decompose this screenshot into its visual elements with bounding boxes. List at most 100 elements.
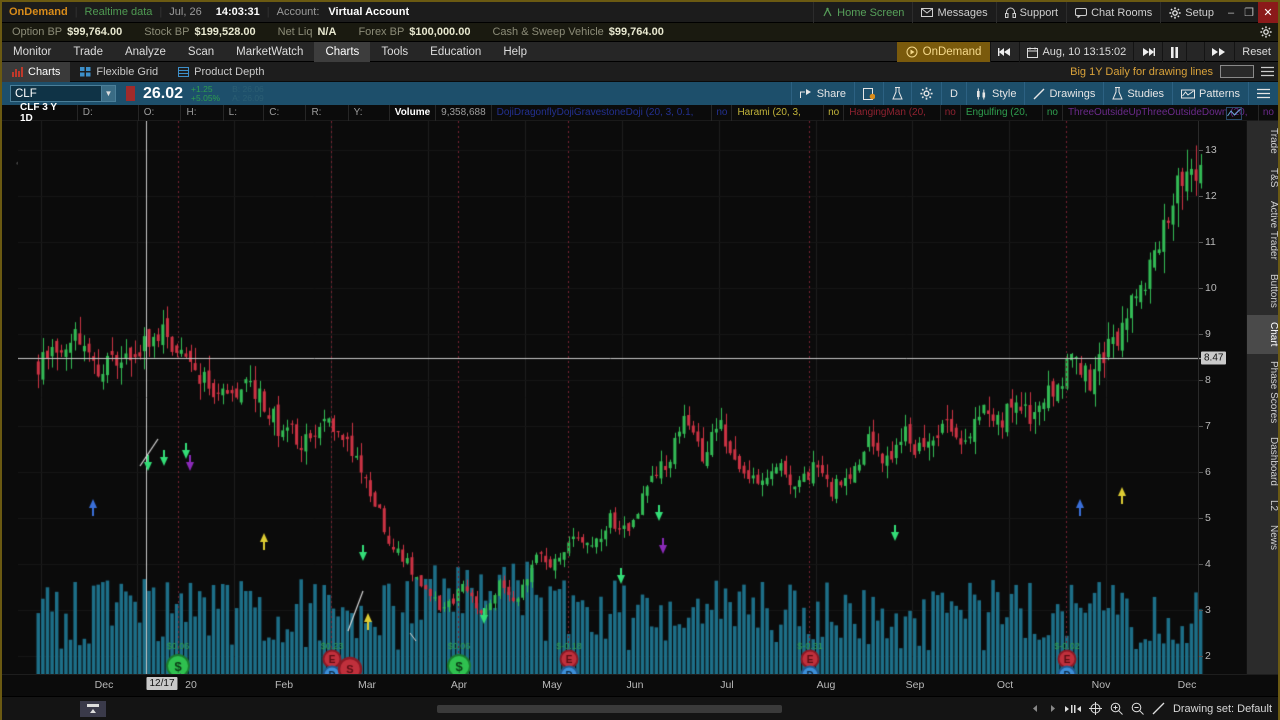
sidebar-item-chart[interactable]: Chart: [1247, 315, 1278, 354]
symbol-input[interactable]: CLF: [10, 85, 102, 102]
current-price-tag[interactable]: 8.47: [1201, 351, 1227, 365]
tab-charts-label: Charts: [28, 65, 61, 78]
style-label: Style: [992, 87, 1017, 100]
zoom-in-icon[interactable]: [1110, 702, 1123, 715]
fast-forward-button[interactable]: [1204, 42, 1234, 62]
sidebar-item-l2[interactable]: L2: [1247, 493, 1278, 518]
line-tool-icon[interactable]: [1152, 702, 1165, 715]
studies-button[interactable]: Studies: [1103, 82, 1172, 105]
price-tick-8: 8: [1205, 373, 1211, 386]
study-harami-status: no: [823, 104, 843, 121]
tab-charts[interactable]: Charts: [2, 61, 71, 82]
net-liq-value: N/A: [317, 26, 337, 38]
ondemand-toggle-button[interactable]: OnDemand: [896, 42, 991, 62]
account-value[interactable]: Virtual Account: [321, 6, 416, 18]
reset-button[interactable]: Reset: [1234, 42, 1278, 62]
study-threeoutside-status: no: [1257, 104, 1278, 121]
sidebar-item-trade[interactable]: Trade: [1247, 121, 1278, 161]
date-axis[interactable]: Dec 20 Feb Mar Apr May Jun Jul Aug Sep Oct Nov Dec 12…: [2, 674, 1278, 696]
share-button[interactable]: Share: [790, 82, 854, 105]
buying-power-bar: Option BP $99,764.00 Stock BP $199,528.0…: [2, 23, 1278, 42]
minimize-button[interactable]: –: [1222, 2, 1240, 23]
chart-info-bar: CLF 3 Y 1D D: 12/17/19 O: 8.34 H: 8.49 L…: [2, 102, 1278, 134]
tab-product-depth[interactable]: Product Depth: [168, 62, 274, 82]
menu-item-scan[interactable]: Scan: [177, 42, 225, 62]
menu-item-monitor[interactable]: Monitor: [2, 42, 62, 62]
share-label: Share: [816, 87, 847, 100]
current-date-tag[interactable]: 12/17: [146, 677, 178, 690]
forward-button[interactable]: [1133, 42, 1162, 62]
zoom-out-icon[interactable]: [1131, 702, 1144, 715]
workspace-tab-bar: Charts Flexible Grid Product Depth Big 1…: [2, 61, 1278, 82]
home-screen-label: Home Screen: [837, 6, 905, 19]
style-button[interactable]: Style: [966, 82, 1024, 105]
pan-icon[interactable]: [1064, 704, 1081, 714]
studies-flask-button[interactable]: [883, 82, 911, 105]
date-tick-Mar: Mar: [357, 679, 377, 691]
menu-item-tools[interactable]: Tools: [370, 42, 419, 62]
sidebar-item-ts[interactable]: T&S: [1247, 161, 1278, 194]
symbol-dropdown-caret-icon[interactable]: ▼: [102, 85, 116, 102]
menu-item-trade[interactable]: Trade: [62, 42, 114, 62]
price-plot[interactable]: [18, 121, 1218, 674]
save-chart-button[interactable]: [854, 82, 883, 105]
horizontal-scrollbar[interactable]: [437, 705, 782, 713]
chart-menu-icon[interactable]: [1248, 82, 1278, 105]
sidebar-item-buttons[interactable]: Buttons: [1247, 267, 1278, 315]
drawing-set-label[interactable]: Drawing set: Default: [1173, 703, 1272, 715]
messages-button[interactable]: Messages: [912, 2, 995, 23]
close-button[interactable]: ✕: [1258, 2, 1278, 23]
step-fwd-icon[interactable]: [1048, 704, 1057, 713]
bp-settings-gear-icon[interactable]: [1260, 26, 1272, 38]
sidebar-item-news[interactable]: News: [1247, 518, 1278, 557]
volume-label: Volume: [388, 104, 435, 121]
tab-flexible-grid[interactable]: Flexible Grid: [70, 62, 168, 82]
tab-menu-icon[interactable]: [1261, 66, 1274, 77]
play-speed-button[interactable]: [1186, 42, 1204, 62]
sidebar-item-phase-scores[interactable]: Phase Scores: [1247, 354, 1278, 430]
menu-item-marketwatch[interactable]: MarketWatch: [225, 42, 314, 62]
timeframe-button[interactable]: D: [941, 82, 966, 105]
bid-ask-group: B: 26.06 A: 26.09: [232, 84, 264, 103]
main-menu-bar: Monitor Trade Analyze Scan MarketWatch C…: [2, 41, 1278, 62]
study-engulfing[interactable]: Engulfing (20, 3): [959, 104, 1042, 134]
setup-button[interactable]: Setup: [1160, 2, 1222, 23]
study-hangingman[interactable]: HangingMan (20, 3): [843, 104, 939, 134]
study-harami[interactable]: Harami (20, 3, 0.3): [731, 104, 823, 134]
chart-canvas-area[interactable]: CLIFFS Lo: 2.63 13121110987654328.47 Tra…: [2, 121, 1278, 674]
drawings-button[interactable]: Drawings: [1024, 82, 1103, 105]
playback-date-field[interactable]: Aug, 10 13:15:02: [1019, 42, 1133, 62]
chart-type-icon[interactable]: [1222, 105, 1246, 121]
sidebar-item-active-trader[interactable]: Active Trader: [1247, 194, 1278, 267]
account-label: Account:: [276, 6, 320, 18]
chart-settings-button[interactable]: [911, 82, 941, 105]
patterns-button[interactable]: Patterns: [1172, 82, 1248, 105]
chart-settings-mini-icon[interactable]: [80, 700, 106, 717]
price-tick-mark: [1199, 241, 1203, 243]
menu-item-analyze[interactable]: Analyze: [114, 42, 177, 62]
rewind-button[interactable]: [990, 42, 1019, 62]
bottom-right-controls: Drawing set: Default: [1031, 702, 1272, 715]
price-axis[interactable]: 13 12 11 10 9 8 7 6 5 4 3 2 8.47: [1198, 121, 1246, 674]
setup-label: Setup: [1185, 6, 1214, 19]
study-doji[interactable]: DojiDragonflyDojiGravestoneDoji (20, 3, …: [490, 104, 712, 134]
study-hangingman-status: no: [939, 104, 960, 121]
restore-button[interactable]: ❐: [1240, 2, 1258, 23]
ohlc-range: R: 0.32: [305, 104, 347, 134]
ondemand-status[interactable]: OnDemand: [2, 6, 75, 18]
menu-item-help[interactable]: Help: [492, 42, 538, 62]
menu-item-education[interactable]: Education: [419, 42, 492, 62]
pause-button[interactable]: [1162, 42, 1186, 62]
chart-toolbar-buttons: Share D Style Drawings Studies Patterns: [790, 82, 1278, 105]
sidebar-item-dashboard[interactable]: Dashboard: [1247, 430, 1278, 493]
chat-rooms-button[interactable]: Chat Rooms: [1066, 2, 1160, 23]
crosshair-icon[interactable]: [1088, 702, 1102, 715]
support-button[interactable]: Support: [995, 2, 1067, 23]
calendar-icon: [1027, 47, 1039, 58]
candlestick-canvas[interactable]: [18, 121, 1218, 674]
menu-item-charts[interactable]: Charts: [314, 41, 371, 62]
home-screen-icon: [822, 7, 833, 18]
note-color-box[interactable]: [1220, 65, 1254, 78]
home-screen-button[interactable]: Home Screen: [813, 2, 912, 23]
step-back-icon[interactable]: [1031, 704, 1040, 713]
